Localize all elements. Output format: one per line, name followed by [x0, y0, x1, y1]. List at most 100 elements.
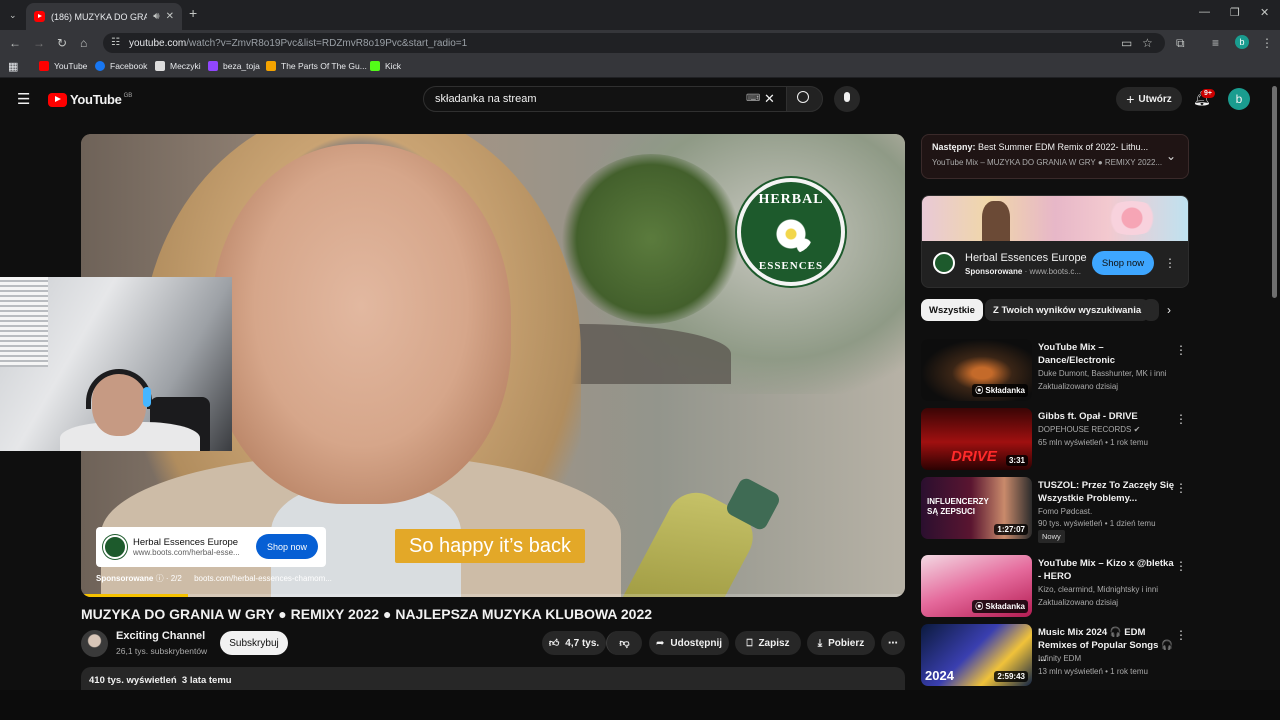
- chip-partial[interactable]: [1143, 299, 1159, 321]
- bookmark-label: beza_toja: [223, 61, 260, 71]
- channel-avatar[interactable]: [81, 630, 108, 657]
- search-button[interactable]: [786, 86, 823, 112]
- tab-title: (186) MUZYKA DO GRANIA W GRY: [51, 11, 148, 22]
- more-vertical-icon[interactable]: ⋮: [1175, 412, 1187, 426]
- list-item[interactable]: 2024 2:59:43 Music Mix 2024 🎧 EDM Remixe…: [921, 624, 1189, 686]
- meczyki-icon: [155, 61, 165, 71]
- more-vertical-icon[interactable]: ⋮: [1175, 343, 1187, 357]
- media-controls-icon[interactable]: ≡: [1212, 36, 1219, 50]
- forward-icon[interactable]: →: [33, 36, 45, 50]
- ad-banner-image[interactable]: [922, 196, 1188, 241]
- kick-icon: [370, 61, 380, 71]
- thumbnail-badge: ⦿ Składanka: [972, 384, 1028, 397]
- rec-channel: Duke Dumont, Basshunter, MK i inni: [1038, 369, 1167, 378]
- bookmarks-bar: ▦ YouTube Facebook Meczyki beza_toja The…: [0, 56, 1280, 78]
- subscribe-button[interactable]: Subskrybuj: [220, 631, 288, 655]
- chips-next-icon[interactable]: ›: [1167, 303, 1171, 317]
- bookmark-parts-of-the-gu[interactable]: The Parts Of The Gu...: [266, 61, 367, 71]
- youtube-logo[interactable]: YouTube GB: [48, 92, 132, 107]
- bookmark-facebook[interactable]: Facebook: [95, 61, 147, 71]
- webcam-headphone-light: [143, 387, 151, 407]
- list-item[interactable]: ⦿ Składanka YouTube Mix – Kizo x @bletka…: [921, 555, 1189, 617]
- new-tab-icon[interactable]: +: [189, 5, 197, 21]
- more-vertical-icon[interactable]: ⋮: [1175, 481, 1187, 495]
- video-thumbnail[interactable]: ⦿ Składanka: [921, 555, 1032, 617]
- site-info-icon[interactable]: ☷: [111, 36, 120, 50]
- speaker-icon[interactable]: 🔊︎: [153, 11, 159, 22]
- download-button[interactable]: ⤓ Pobierz: [807, 631, 875, 655]
- video-caption: So happy it’s back: [395, 529, 585, 563]
- rec-stats: 65 mln wyświetleń • 1 rok temu: [1038, 438, 1148, 447]
- bookmark-meczyki[interactable]: Meczyki: [155, 61, 201, 71]
- share-button[interactable]: ➦ Udostępnij: [649, 631, 729, 655]
- bookmark-beza-toja[interactable]: beza_toja: [208, 61, 260, 71]
- dislike-button[interactable]: 👎︎: [606, 631, 642, 655]
- browser-menu-icon[interactable]: ⋮: [1261, 36, 1273, 50]
- ad-overlay-card[interactable]: Herbal Essences Europe www.boots.com/her…: [96, 527, 326, 567]
- rec-stats: Zaktualizowano dzisiaj: [1038, 598, 1119, 607]
- extensions-icon[interactable]: ⧉: [1176, 36, 1185, 50]
- region-code: GB: [123, 92, 133, 99]
- save-button[interactable]: ⎕ Zapisz: [735, 631, 801, 655]
- video-title: MUZYKA DO GRANIA W GRY ● REMIXY 2022 ● N…: [81, 606, 653, 622]
- create-button[interactable]: + Utwórz: [1116, 87, 1182, 111]
- flower-icon: [769, 214, 813, 254]
- create-label: Utwórz: [1138, 93, 1172, 105]
- apps-grid-icon[interactable]: ▦: [8, 60, 18, 73]
- video-thumbnail[interactable]: DRIVE 3:31: [921, 408, 1032, 470]
- reload-icon[interactable]: ↻: [57, 36, 67, 50]
- info-icon[interactable]: ⓘ: [156, 574, 164, 583]
- cast-icon[interactable]: ▭: [1121, 36, 1132, 50]
- microphone-icon: [844, 92, 850, 102]
- chip-all[interactable]: Wszystkie: [921, 299, 983, 321]
- up-next-panel[interactable]: Następny: Best Summer EDM Remix of 2022-…: [921, 134, 1189, 179]
- sidebar-ad[interactable]: Herbal Essences Europe Sponsorowane · ww…: [921, 195, 1189, 288]
- video-thumbnail[interactable]: ⦿ Składanka: [921, 339, 1032, 401]
- window-close-icon[interactable]: ✕: [1260, 6, 1269, 19]
- back-icon[interactable]: ←: [9, 36, 21, 50]
- home-icon[interactable]: ⌂: [80, 36, 87, 50]
- list-item[interactable]: DRIVE 3:31 Gibbs ft. Opał - DRIVE DOPEHO…: [921, 408, 1189, 470]
- address-bar[interactable]: ☷ youtube.com/watch?v=ZmvR8o19Pvc&list=R…: [103, 33, 1165, 53]
- profile-icon[interactable]: b: [1235, 35, 1249, 49]
- account-avatar[interactable]: b: [1228, 88, 1250, 110]
- sidebar-shop-now-button[interactable]: Shop now: [1092, 251, 1154, 275]
- sidebar-ad-sponsored: Sponsorowane: [965, 267, 1023, 276]
- voice-search-button[interactable]: [834, 86, 860, 112]
- keyboard-icon[interactable]: ⌨: [746, 87, 760, 111]
- more-vertical-icon[interactable]: ⋮: [1164, 256, 1176, 270]
- bookmark-kick[interactable]: Kick: [370, 61, 401, 71]
- restore-icon[interactable]: ❐: [1230, 6, 1240, 19]
- sidebar-ad-meta: Sponsorowane · www.boots.c...: [965, 267, 1081, 276]
- chevron-down-icon[interactable]: ⌄: [1166, 149, 1176, 163]
- bookmark-youtube[interactable]: YouTube: [39, 61, 87, 71]
- ad-progress-bar[interactable]: [81, 594, 905, 597]
- shop-now-button[interactable]: Shop now: [256, 534, 318, 559]
- minimize-icon[interactable]: —: [1199, 6, 1210, 18]
- page-scrollbar[interactable]: [1272, 86, 1277, 298]
- channel-name[interactable]: Exciting Channel: [116, 630, 205, 642]
- ad-full-url[interactable]: boots.com/herbal-essences-chamom...: [194, 574, 332, 583]
- tab-close-icon[interactable]: ✕: [166, 11, 174, 22]
- search-input[interactable]: składanka na stream ⌨ ✕: [423, 86, 787, 112]
- tab-search-icon[interactable]: ⌄: [9, 8, 17, 22]
- hamburger-menu-icon[interactable]: ☰: [17, 90, 30, 108]
- thumbs-up-icon: 👍︎: [548, 638, 560, 649]
- bookmark-star-icon[interactable]: ☆: [1142, 36, 1153, 50]
- sidebar-ad-brand: Herbal Essences Europe: [965, 252, 1087, 264]
- more-vertical-icon[interactable]: ⋮: [1175, 628, 1187, 642]
- url-host: youtube.com: [129, 37, 187, 49]
- video-thumbnail[interactable]: INFLUENCERZY SĄ ZEPSUCI 1:27:07: [921, 477, 1032, 539]
- browser-tab-active[interactable]: (186) MUZYKA DO GRANIA W GRY 🔊︎ ✕: [26, 3, 182, 30]
- chip-from-search[interactable]: Z Twoich wyników wyszukiwania: [985, 299, 1150, 321]
- video-thumbnail[interactable]: 2024 2:59:43: [921, 624, 1032, 686]
- clear-search-icon[interactable]: ✕: [764, 87, 775, 111]
- advertiser-logo: [103, 535, 127, 559]
- rec-stats: Zaktualizowano dzisiaj: [1038, 382, 1119, 391]
- like-button[interactable]: 👍︎ 4,7 tys.: [542, 631, 606, 655]
- more-vertical-icon[interactable]: ⋮: [1175, 559, 1187, 573]
- list-item[interactable]: INFLUENCERZY SĄ ZEPSUCI 1:27:07 TUSZOL: …: [921, 477, 1189, 543]
- more-actions-button[interactable]: ⋯: [881, 631, 905, 655]
- list-item[interactable]: ⦿ Składanka YouTube Mix – Dance/Electron…: [921, 339, 1189, 401]
- views-and-date: 410 tys. wyświetleń 3 lata temu: [89, 675, 232, 686]
